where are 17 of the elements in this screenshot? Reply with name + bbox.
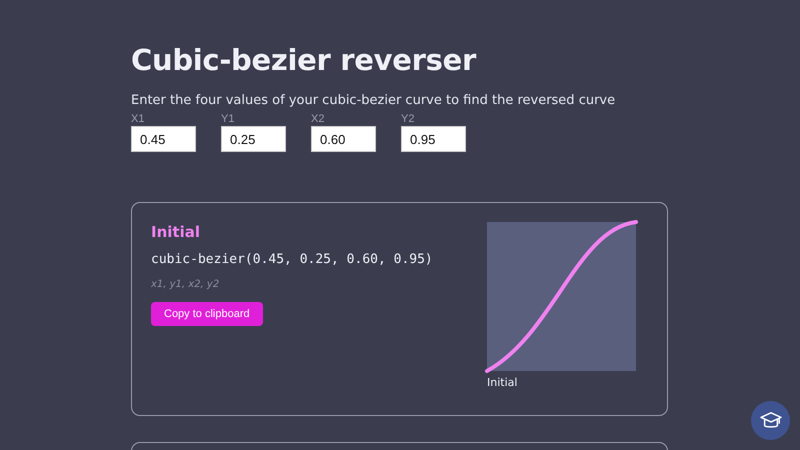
card-title: Initial bbox=[151, 222, 200, 242]
plot-caption: Initial bbox=[487, 376, 518, 389]
parameter-hint: x1, y1, x2, y2 bbox=[151, 279, 220, 290]
value-input-field[interactable]: 0.25 bbox=[221, 126, 286, 152]
value-input-field[interactable]: 0.95 bbox=[401, 126, 466, 152]
value-input-field[interactable]: 0.45 bbox=[131, 126, 196, 152]
help-button[interactable] bbox=[751, 401, 790, 440]
page-title: Cubic-bezier reverser bbox=[131, 42, 478, 79]
bezier-code: cubic-bezier(0.45, 0.25, 0.60, 0.95) bbox=[151, 252, 433, 267]
value-input-field[interactable]: 0.60 bbox=[311, 126, 376, 152]
copy-button[interactable]: Copy to clipboard bbox=[151, 302, 263, 326]
field-label: X1 bbox=[131, 113, 146, 126]
field-label: Y2 bbox=[401, 113, 416, 126]
graduation-cap-icon bbox=[760, 410, 782, 430]
description-text: Enter the four values of your cubic-bezier curve to find the reversed curve bbox=[131, 92, 616, 110]
field-label: Y1 bbox=[221, 113, 236, 126]
field-label: X2 bbox=[311, 113, 326, 126]
